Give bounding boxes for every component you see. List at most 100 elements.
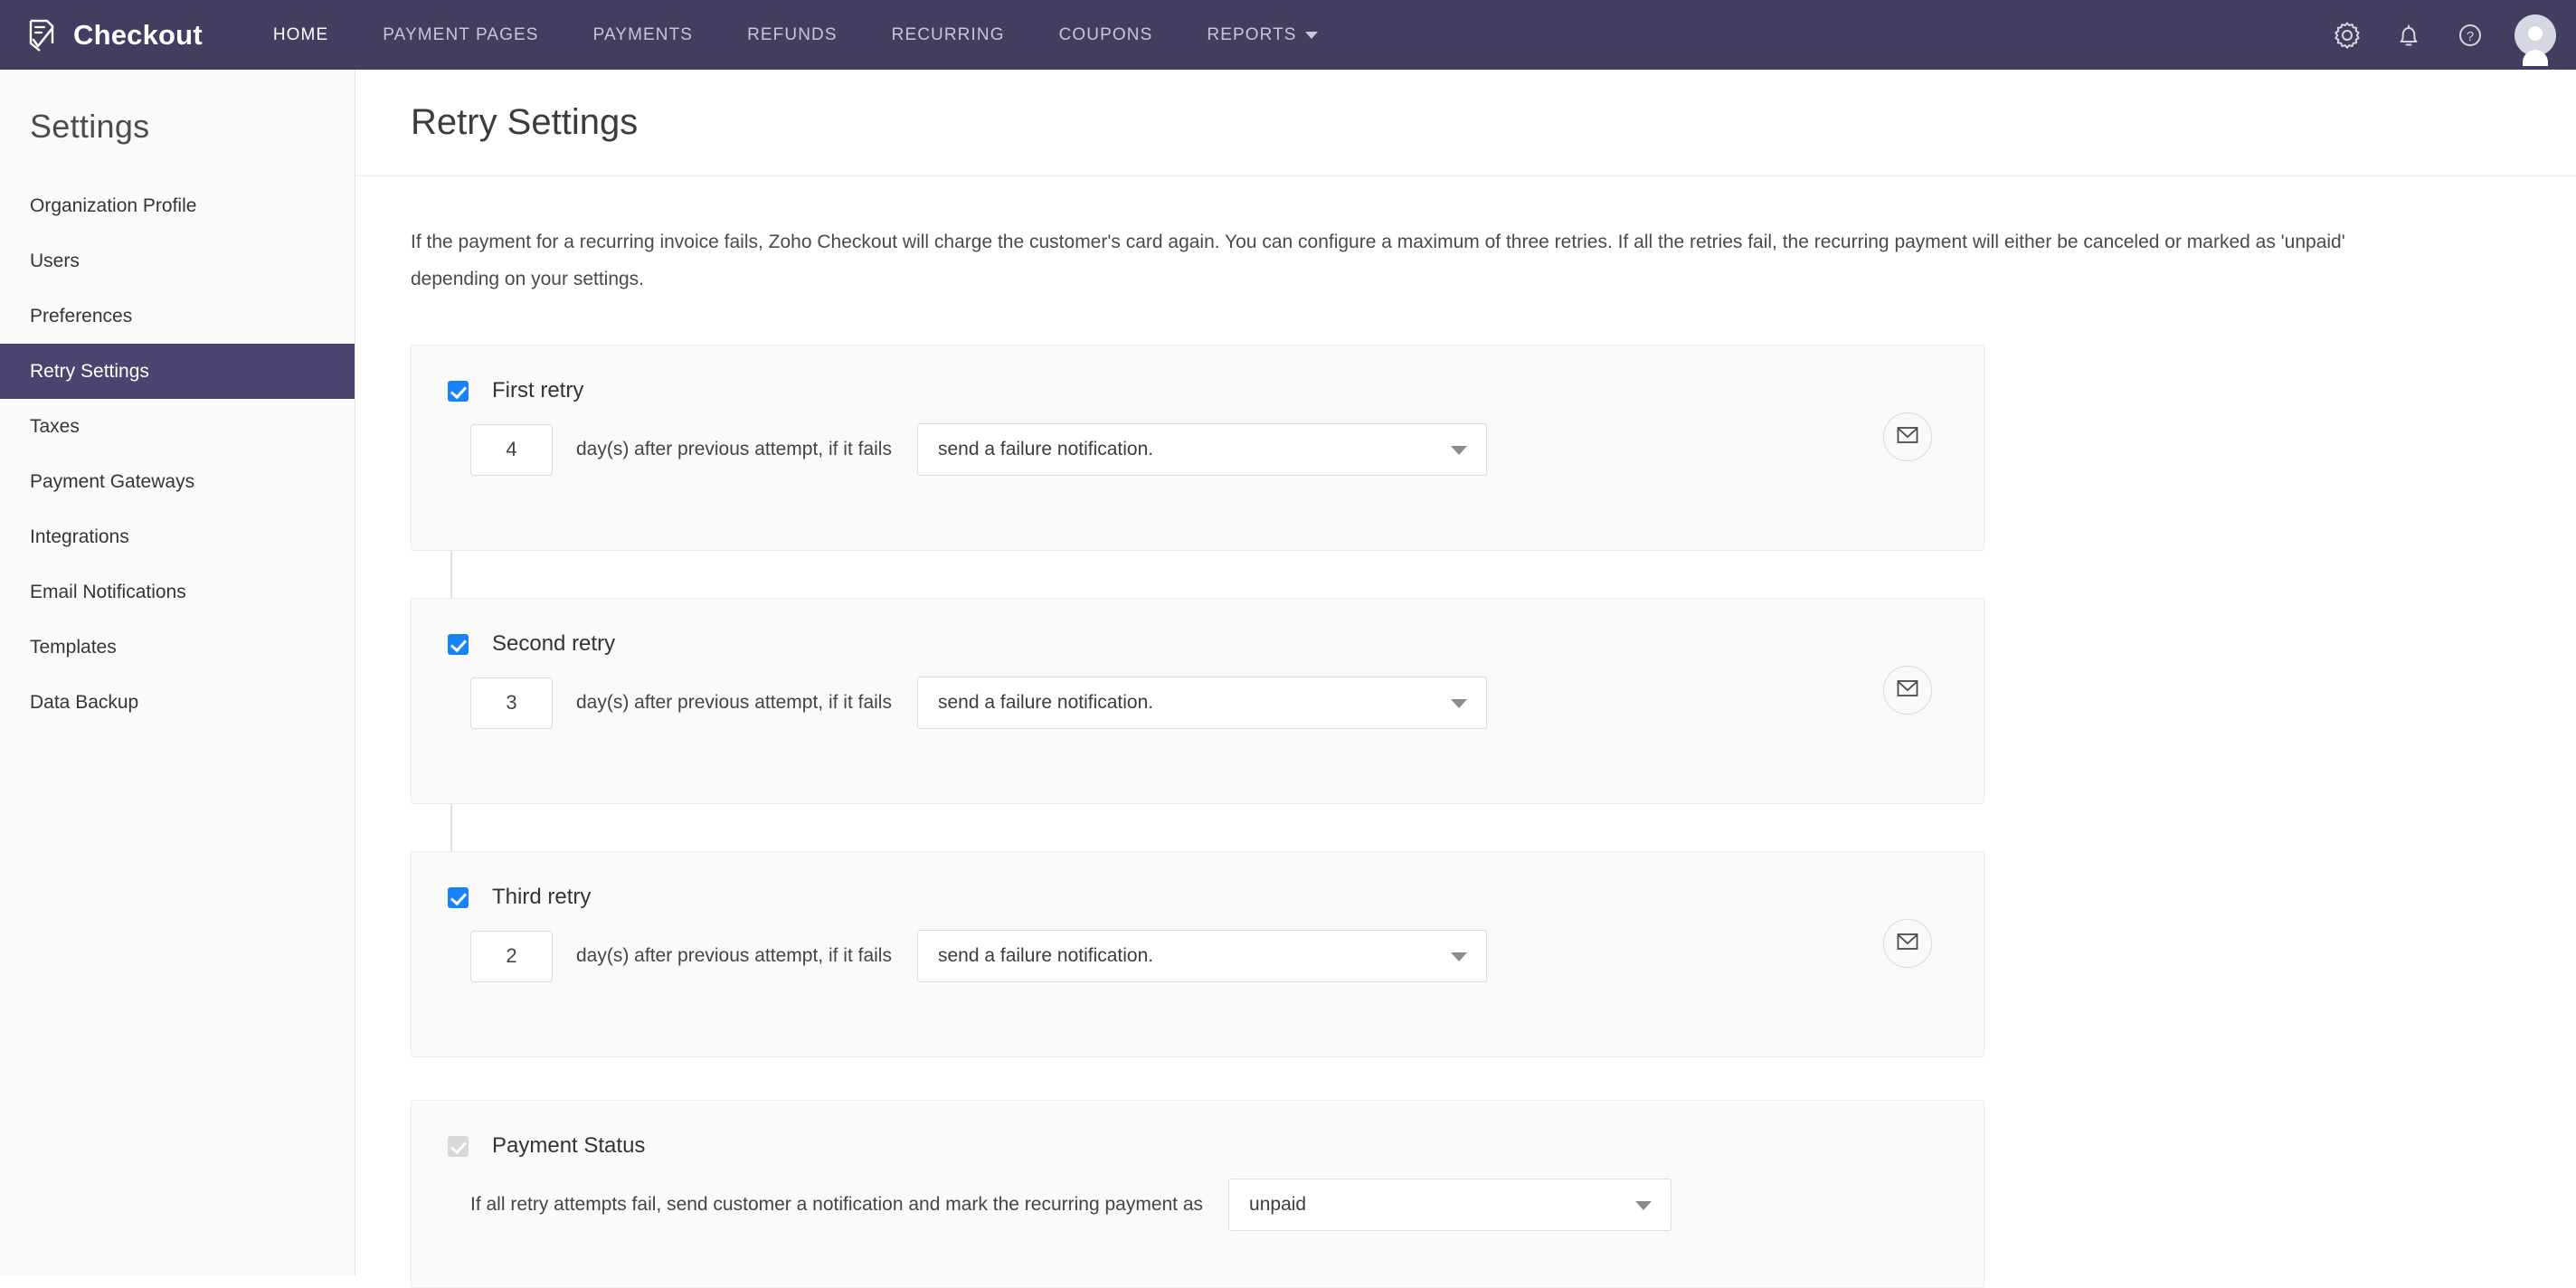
sidebar-item-label: Taxes bbox=[30, 416, 80, 438]
sidebar-item-label: Users bbox=[30, 251, 80, 272]
retry-second-label: Second retry bbox=[492, 631, 615, 657]
payment-status-controls: If all retry attempts fail, send custome… bbox=[412, 1179, 1984, 1231]
retry-first-days-input[interactable] bbox=[470, 424, 553, 476]
sidebar-item-label: Integrations bbox=[30, 526, 129, 548]
retry-third-days-input[interactable] bbox=[470, 931, 553, 982]
nav-item-home-label: HOME bbox=[273, 25, 328, 45]
sidebar-item-email-notifications[interactable]: Email Notifications bbox=[0, 564, 355, 620]
retry-second-action-select-wrap: send a failure notification. bbox=[917, 677, 1487, 729]
retry-third-email-button[interactable] bbox=[1883, 919, 1932, 968]
page-title: Retry Settings bbox=[411, 102, 638, 143]
retry-first-email-button[interactable] bbox=[1883, 412, 1932, 461]
card-gap-1 bbox=[356, 551, 2576, 598]
nav-item-reports[interactable]: REPORTS bbox=[1179, 25, 1344, 45]
payment-status-description: If all retry attempts fail, send custome… bbox=[470, 1194, 1203, 1216]
card-gap-3 bbox=[356, 1057, 2576, 1100]
sidebar-item-label: Retry Settings bbox=[30, 361, 149, 383]
help-icon[interactable]: ? bbox=[2453, 18, 2487, 52]
intro-description: If the payment for a recurring invoice f… bbox=[356, 176, 2455, 298]
nav-item-coupons[interactable]: COUPONS bbox=[1032, 25, 1180, 45]
retry-card-second-header: Second retry bbox=[412, 599, 1984, 657]
sidebar-item-label: Preferences bbox=[30, 306, 132, 327]
retry-second-checkbox[interactable] bbox=[448, 634, 469, 655]
retry-third-label: Third retry bbox=[492, 885, 591, 910]
sidebar-item-label: Email Notifications bbox=[30, 582, 186, 603]
retry-first-checkbox[interactable] bbox=[448, 381, 469, 402]
card-gap-2 bbox=[356, 804, 2576, 851]
nav-item-payment-pages-label: PAYMENT PAGES bbox=[383, 25, 538, 45]
payment-status-label: Payment Status bbox=[492, 1133, 645, 1159]
payment-status-header: Payment Status bbox=[412, 1101, 1984, 1159]
nav-right-icons: ? bbox=[2330, 0, 2556, 70]
retry-first-label: First retry bbox=[492, 378, 583, 403]
retry-cards-container: First retry day(s) after previous attemp… bbox=[356, 345, 2576, 1288]
sidebar-item-label: Data Backup bbox=[30, 692, 138, 714]
payment-status-checkbox bbox=[448, 1136, 469, 1157]
retry-card-first: First retry day(s) after previous attemp… bbox=[411, 345, 1984, 551]
retry-second-row-text: day(s) after previous attempt, if it fai… bbox=[576, 692, 892, 714]
bell-icon[interactable] bbox=[2391, 18, 2426, 52]
retry-card-third: Third retry day(s) after previous attemp… bbox=[411, 851, 1984, 1057]
brand-name: Checkout bbox=[73, 19, 203, 52]
sidebar-item-organization-profile[interactable]: Organization Profile bbox=[0, 178, 355, 233]
sidebar-item-label: Templates bbox=[30, 637, 117, 658]
payment-status-select-wrap: unpaid bbox=[1228, 1179, 1672, 1231]
nav-item-coupons-label: COUPONS bbox=[1059, 25, 1153, 45]
nav-links: HOME PAYMENT PAGES PAYMENTS REFUNDS RECU… bbox=[246, 25, 1345, 45]
payment-status-select[interactable]: unpaid bbox=[1228, 1179, 1672, 1231]
nav-item-payments-label: PAYMENTS bbox=[593, 25, 694, 45]
sidebar-item-retry-settings[interactable]: Retry Settings bbox=[0, 344, 355, 399]
retry-first-row-text: day(s) after previous attempt, if it fai… bbox=[576, 439, 892, 460]
retry-second-action-select[interactable]: send a failure notification. bbox=[917, 677, 1487, 729]
retry-first-action-select[interactable]: send a failure notification. bbox=[917, 423, 1487, 476]
sidebar-item-taxes[interactable]: Taxes bbox=[0, 399, 355, 454]
sidebar-item-templates[interactable]: Templates bbox=[0, 620, 355, 675]
nav-item-recurring-label: RECURRING bbox=[892, 25, 1005, 45]
nav-item-home[interactable]: HOME bbox=[246, 25, 355, 45]
nav-item-recurring[interactable]: RECURRING bbox=[865, 25, 1032, 45]
retry-card-second: Second retry day(s) after previous attem… bbox=[411, 598, 1984, 804]
top-navigation-bar: Checkout HOME PAYMENT PAGES PAYMENTS REF… bbox=[0, 0, 2576, 70]
page-header: Retry Settings bbox=[356, 70, 2576, 176]
retry-third-row-text: day(s) after previous attempt, if it fai… bbox=[576, 945, 892, 967]
avatar-head bbox=[2528, 26, 2543, 41]
retry-card-first-controls: day(s) after previous attempt, if it fai… bbox=[412, 423, 1984, 476]
sidebar-item-integrations[interactable]: Integrations bbox=[0, 509, 355, 564]
sidebar-item-payment-gateways[interactable]: Payment Gateways bbox=[0, 454, 355, 509]
retry-card-second-controls: day(s) after previous attempt, if it fai… bbox=[412, 677, 1984, 729]
main-content: Retry Settings If the payment for a recu… bbox=[356, 70, 2576, 1275]
nav-item-payments[interactable]: PAYMENTS bbox=[566, 25, 721, 45]
connector-line-2 bbox=[450, 804, 452, 851]
payment-status-card: Payment Status If all retry attempts fai… bbox=[411, 1100, 1984, 1288]
sidebar-item-label: Organization Profile bbox=[30, 195, 196, 217]
nav-item-reports-label: REPORTS bbox=[1207, 25, 1296, 45]
sidebar-item-list: Organization Profile Users Preferences R… bbox=[0, 178, 355, 730]
retry-second-days-input[interactable] bbox=[470, 677, 553, 729]
brand-logo[interactable]: Checkout bbox=[23, 16, 203, 54]
chevron-down-icon bbox=[1305, 32, 1318, 39]
sidebar-item-data-backup[interactable]: Data Backup bbox=[0, 675, 355, 730]
nav-item-refunds-label: REFUNDS bbox=[747, 25, 838, 45]
sidebar-title: Settings bbox=[0, 70, 355, 146]
retry-third-checkbox[interactable] bbox=[448, 887, 469, 908]
nav-item-payment-pages[interactable]: PAYMENT PAGES bbox=[355, 25, 565, 45]
retry-card-third-controls: day(s) after previous attempt, if it fai… bbox=[412, 930, 1984, 982]
retry-second-email-button[interactable] bbox=[1883, 666, 1932, 715]
envelope-icon bbox=[1897, 426, 1918, 449]
gear-icon[interactable] bbox=[2330, 18, 2364, 52]
retry-third-action-select-wrap: send a failure notification. bbox=[917, 930, 1487, 982]
retry-card-third-header: Third retry bbox=[412, 852, 1984, 910]
sidebar-item-preferences[interactable]: Preferences bbox=[0, 289, 355, 344]
connector-line-1 bbox=[450, 551, 452, 598]
envelope-icon bbox=[1897, 933, 1918, 955]
settings-sidebar: Settings Organization Profile Users Pref… bbox=[0, 70, 355, 1275]
retry-first-action-select-wrap: send a failure notification. bbox=[917, 423, 1487, 476]
envelope-icon bbox=[1897, 679, 1918, 702]
checkout-document-check-icon bbox=[23, 16, 61, 54]
retry-card-first-header: First retry bbox=[412, 346, 1984, 403]
retry-third-action-select[interactable]: send a failure notification. bbox=[917, 930, 1487, 982]
nav-item-refunds[interactable]: REFUNDS bbox=[720, 25, 865, 45]
sidebar-item-users[interactable]: Users bbox=[0, 233, 355, 289]
svg-text:?: ? bbox=[2467, 29, 2474, 44]
avatar[interactable] bbox=[2514, 14, 2556, 56]
